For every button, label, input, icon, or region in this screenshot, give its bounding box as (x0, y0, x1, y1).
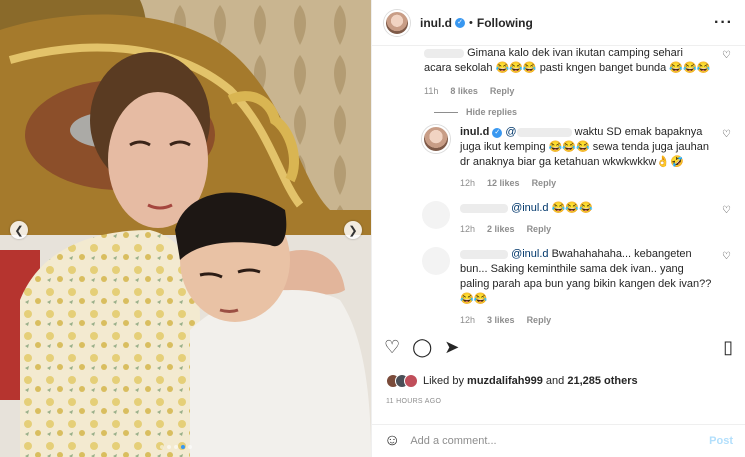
liker-avatar (404, 374, 418, 388)
reply-likes[interactable]: 12 likes (487, 176, 520, 191)
comments-list[interactable]: Gimana kalo dek ivan ikutan camping seha… (372, 46, 745, 330)
heart-icon[interactable]: ♡ (722, 129, 731, 140)
smile-icon[interactable]: ☺ (384, 432, 400, 450)
blurred-username (460, 249, 508, 259)
carousel-indicator (160, 445, 192, 449)
carousel-dot-active (181, 445, 185, 449)
reply-button[interactable]: Reply (527, 313, 552, 328)
reply-button[interactable]: Reply (527, 222, 552, 237)
photo-prev-button[interactable]: ❮ (10, 221, 28, 239)
comment-meta: 11h 8 likes Reply (424, 84, 713, 99)
blurred-mention (516, 127, 572, 137)
post-date: 11 HOURS AGO (386, 398, 442, 405)
reply-likes[interactable]: 2 likes (487, 222, 515, 237)
reply-time: 12h (460, 224, 476, 234)
reply-button[interactable]: Reply (490, 84, 515, 99)
carousel-dot (174, 445, 178, 449)
reply-avatar[interactable] (422, 125, 450, 153)
comment-text: Gimana kalo dek ivan ikutan camping seha… (424, 47, 711, 74)
likes-and: and (545, 375, 565, 387)
reply-meta: 12h 12 likes Reply (460, 176, 713, 191)
post-button[interactable]: Post (709, 435, 733, 447)
carousel-dot (160, 445, 164, 449)
chevron-left-icon: ❮ (14, 224, 24, 237)
post-photo[interactable]: ❮ ❯ (0, 0, 371, 457)
bookmark-icon[interactable]: ▯ (723, 336, 733, 358)
add-comment-bar: ☺ Add a comment... Post (372, 424, 745, 457)
post-header: inul.d ✓ • Following ··· (372, 0, 745, 46)
reply-button[interactable]: Reply (532, 176, 557, 191)
reply-mention[interactable]: @ (505, 126, 516, 138)
divider-line (434, 111, 458, 113)
reply-body: inul.d ✓ @ waktu SD emak bapaknya juga ik… (460, 125, 731, 191)
reply-text-a: Bwahahahaha... (551, 248, 632, 260)
comment-input[interactable]: Add a comment... (410, 435, 709, 447)
chevron-right-icon: ❯ (348, 224, 358, 237)
reply-mention[interactable]: @inul.d (511, 202, 548, 214)
reply-text: 😂😂😂 (551, 202, 593, 214)
reply-meta: 12h 3 likes Reply (460, 313, 713, 328)
likes-text: Liked by muzdalifah999 and 21,285 others (423, 375, 638, 387)
reply-time: 12h (460, 178, 476, 188)
reply-time: 12h (460, 315, 476, 325)
author-avatar[interactable] (384, 9, 410, 36)
reply-mention[interactable]: @inul.d (511, 248, 548, 260)
reply-item: @inul.d 😂😂😂 12h 2 likes Reply ♡ (422, 201, 731, 237)
send-icon[interactable]: ➤ (444, 336, 459, 358)
likes-others[interactable]: 21,285 others (567, 375, 637, 387)
heart-icon[interactable]: ♡ (722, 205, 731, 216)
likes-prefix: Liked by (423, 375, 464, 387)
photo-illustration (0, 0, 371, 457)
reply-body: @inul.d 😂😂😂 12h 2 likes Reply (460, 201, 731, 237)
reply-meta: 12h 2 likes Reply (460, 222, 713, 237)
heart-icon[interactable]: ♡ (384, 336, 400, 358)
following-button[interactable]: Following (477, 16, 533, 30)
reply-avatar[interactable] (422, 201, 450, 229)
comment-icon[interactable]: ◯ (412, 336, 432, 358)
carousel-dot (188, 445, 192, 449)
reply-item: @inul.d Bwahahahaha... kebangeten bun...… (422, 247, 731, 328)
action-bar: ♡ ◯ ➤ ▯ (384, 336, 733, 358)
more-horizontal-icon[interactable]: ··· (714, 14, 733, 32)
comment-likes[interactable]: 8 likes (450, 84, 478, 99)
photo-next-button[interactable]: ❯ (344, 221, 362, 239)
instagram-post-modal: ❮ ❯ inul.d ✓ • Following ··· Gimana kalo… (0, 0, 745, 457)
carousel-dot (167, 445, 171, 449)
hide-replies-toggle[interactable]: Hide replies (434, 107, 731, 117)
likes-summary: Liked by muzdalifah999 and 21,285 others (386, 374, 638, 388)
post-side-panel: inul.d ✓ • Following ··· Gimana kalo dek… (371, 0, 745, 457)
separator-dot: • (469, 16, 473, 29)
verified-badge-icon: ✓ (492, 128, 503, 138)
reply-avatar[interactable] (422, 247, 450, 275)
hide-replies-label[interactable]: Hide replies (466, 107, 517, 117)
reply-body: @inul.d Bwahahahaha... kebangeten bun...… (460, 247, 731, 328)
comment-time: 11h (424, 86, 439, 96)
heart-icon[interactable]: ♡ (722, 50, 731, 61)
verified-badge-icon: ✓ (455, 17, 465, 28)
blurred-username (424, 48, 464, 58)
likes-user[interactable]: muzdalifah999 (467, 375, 543, 387)
reply-username[interactable]: inul.d (460, 126, 489, 138)
blurred-username (460, 203, 508, 213)
heart-icon[interactable]: ♡ (722, 251, 731, 262)
comment-body: Gimana kalo dek ivan ikutan camping seha… (424, 46, 731, 99)
reply-likes[interactable]: 3 likes (487, 313, 515, 328)
comment-item: Gimana kalo dek ivan ikutan camping seha… (386, 46, 731, 99)
reply-item: inul.d ✓ @ waktu SD emak bapaknya juga ik… (422, 125, 731, 191)
author-username[interactable]: inul.d (420, 16, 452, 30)
